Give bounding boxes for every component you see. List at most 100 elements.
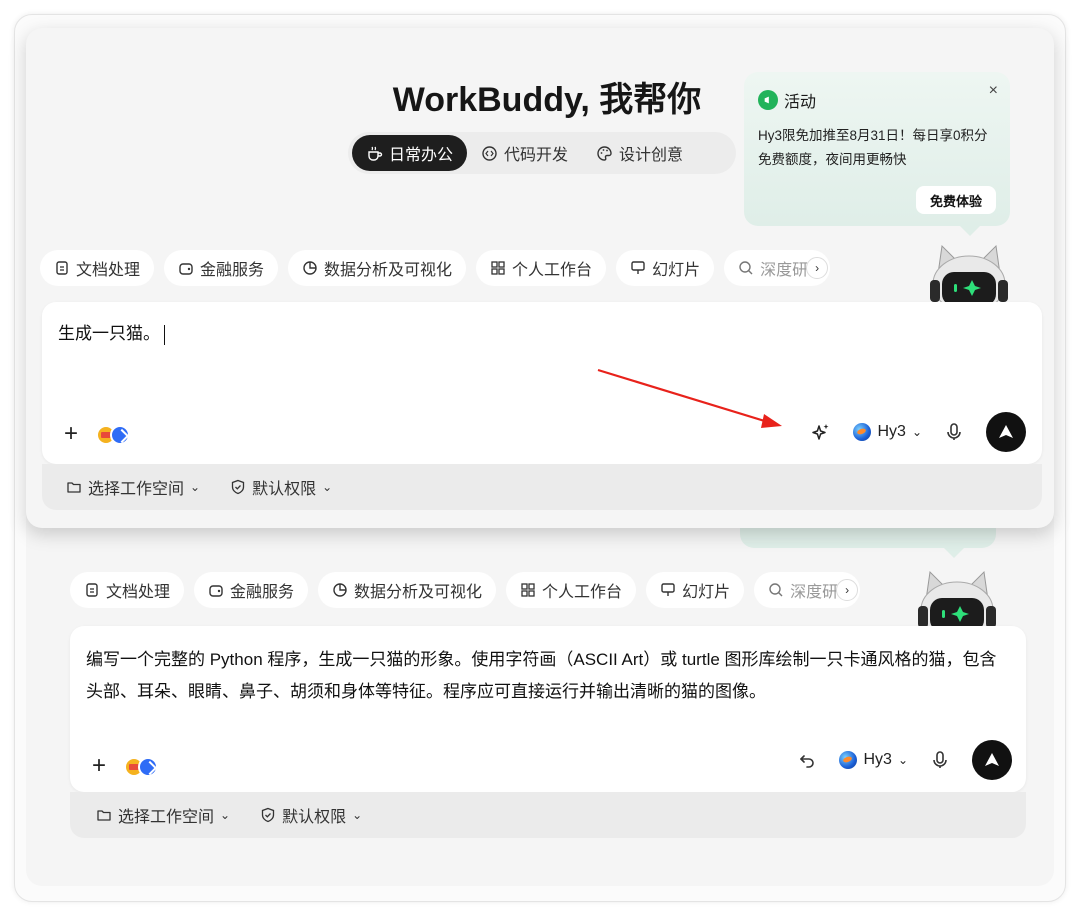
chip-label: 深度研 xyxy=(760,262,809,279)
prompt-card-lower: 编写一个完整的 Python 程序，生成一只猫的形象。使用字符画（ASCII A… xyxy=(70,626,1026,792)
prompt-input-lower[interactable]: 编写一个完整的 Python 程序，生成一只猫的形象。使用字符画（ASCII A… xyxy=(86,644,1006,708)
chip-label: 文档处理 xyxy=(76,262,141,279)
document-icon xyxy=(86,583,98,597)
palette-icon xyxy=(597,145,612,161)
tab-code-dev[interactable]: 代码开发 xyxy=(467,135,582,171)
tab-label: 代码开发 xyxy=(504,147,569,164)
chevron-down-icon: ⌄ xyxy=(897,753,908,767)
presentation-icon xyxy=(661,583,675,596)
prompt-options-bar-lower: 选择工作空间 ⌄ 默认权限 ⌄ xyxy=(70,792,1026,838)
chip-label: 数据分析及可视化 xyxy=(354,584,483,601)
chip-document[interactable]: 文档处理 xyxy=(40,250,155,286)
add-attachment-icon[interactable]: + xyxy=(64,422,78,446)
chevron-down-icon: ⌄ xyxy=(352,808,363,822)
permission-selector[interactable]: 默认权限 ⌄ xyxy=(230,475,332,499)
send-arrow-icon xyxy=(985,753,999,766)
chip-label: 金融服务 xyxy=(200,262,265,279)
promo-text: Hy3限免加推至8月31日！每日享0积分免费额度，夜间用更畅快 xyxy=(758,128,988,167)
model-name: Hy3 xyxy=(863,751,892,768)
prompt-input[interactable]: 生成一只猫。 xyxy=(58,322,165,346)
chip-finance[interactable]: 金融服务 xyxy=(194,572,309,608)
folder-icon xyxy=(67,482,81,493)
promo-popover: 活动 × Hy3限免加推至8月31日！每日享0积分免费额度，夜间用更畅快 免费体… xyxy=(744,72,1010,236)
microphone-icon[interactable] xyxy=(930,750,950,770)
chevron-right-icon[interactable]: › xyxy=(836,579,859,601)
grid-icon xyxy=(491,261,505,275)
close-icon[interactable]: × xyxy=(989,82,998,100)
promo-header: 活动 xyxy=(758,88,816,112)
grid-icon xyxy=(521,583,535,597)
promo-tag: 活动 xyxy=(784,94,817,111)
chip-slides[interactable]: 幻灯片 xyxy=(646,572,745,608)
tab-label: 日常办公 xyxy=(389,147,454,164)
chip-data-analysis[interactable]: 数据分析及可视化 xyxy=(318,572,497,608)
chip-data-analysis[interactable]: 数据分析及可视化 xyxy=(288,250,467,286)
shield-check-icon xyxy=(261,807,275,823)
model-globe-icon xyxy=(853,423,872,441)
workspace-label: 选择工作空间 xyxy=(118,809,215,826)
chip-workbench[interactable]: 个人工作台 xyxy=(476,250,607,286)
chevron-down-icon: ⌄ xyxy=(322,480,333,494)
text-caret xyxy=(164,324,165,345)
pie-chart-icon xyxy=(303,261,317,275)
tab-daily-office[interactable]: 日常办公 xyxy=(352,135,468,171)
send-arrow-icon xyxy=(999,425,1013,438)
free-trial-button[interactable]: 免费体验 xyxy=(915,186,996,214)
add-attachment-icon[interactable]: + xyxy=(92,754,106,778)
chip-label: 文档处理 xyxy=(106,584,171,601)
promo-popover-tail xyxy=(740,528,996,558)
prompt-options-bar: 选择工作空间 ⌄ 默认权限 ⌄ xyxy=(42,464,1042,510)
chip-slides[interactable]: 幻灯片 xyxy=(616,250,715,286)
wallet-icon xyxy=(179,263,193,275)
tab-design[interactable]: 设计创意 xyxy=(582,135,697,171)
model-name: Hy3 xyxy=(877,423,906,440)
foreground-window: WorkBuddy, 我帮你 日常办公 代码开发 设计创意 活动 × Hy3限免… xyxy=(26,28,1054,528)
chip-workbench[interactable]: 个人工作台 xyxy=(506,572,637,608)
wallet-icon xyxy=(209,585,223,597)
chevron-down-icon: ⌄ xyxy=(220,808,231,822)
chevron-down-icon: ⌄ xyxy=(911,425,922,439)
tab-label: 设计创意 xyxy=(619,147,684,164)
chevron-right-icon[interactable]: › xyxy=(806,257,829,279)
event-icon xyxy=(758,90,778,110)
chip-label: 个人工作台 xyxy=(542,584,623,601)
search-refresh-icon xyxy=(769,583,783,597)
mode-tabs: 日常办公 代码开发 设计创意 xyxy=(348,132,736,174)
prompt-text: 生成一只猫。 xyxy=(58,324,160,343)
mascot-robot-cat-lower xyxy=(912,570,1002,639)
folder-icon xyxy=(97,810,111,821)
model-selector[interactable]: Hy3 ⌄ xyxy=(853,423,922,441)
workspace-selector-lower[interactable]: 选择工作空间 ⌄ xyxy=(96,803,230,827)
chip-deep-research[interactable]: 深度研 › xyxy=(754,572,861,608)
workspace-selector[interactable]: 选择工作空间 ⌄ xyxy=(66,475,200,499)
chip-finance[interactable]: 金融服务 xyxy=(164,250,279,286)
microphone-icon[interactable] xyxy=(944,422,964,442)
chip-document[interactable]: 文档处理 xyxy=(70,572,185,608)
undo-icon[interactable] xyxy=(797,750,817,770)
coffee-icon xyxy=(368,146,383,161)
chip-label: 深度研 xyxy=(790,584,839,601)
chip-label: 幻灯片 xyxy=(682,584,731,601)
chip-label: 幻灯片 xyxy=(652,262,701,279)
pie-chart-icon xyxy=(333,583,347,597)
chip-label: 金融服务 xyxy=(230,584,295,601)
code-icon xyxy=(482,145,497,161)
search-refresh-icon xyxy=(739,261,753,275)
permission-label: 默认权限 xyxy=(282,809,347,826)
chip-deep-research[interactable]: 深度研 › xyxy=(724,250,831,286)
connected-apps-icon[interactable] xyxy=(96,423,134,445)
model-globe-icon xyxy=(839,751,858,769)
workspace-label: 选择工作空间 xyxy=(88,481,185,498)
shield-check-icon xyxy=(231,479,245,495)
chip-label: 个人工作台 xyxy=(512,262,593,279)
sparkle-enhance-icon[interactable] xyxy=(811,422,831,442)
model-selector-lower[interactable]: Hy3 ⌄ xyxy=(839,751,908,769)
connected-apps-icon[interactable] xyxy=(124,755,162,777)
send-button[interactable] xyxy=(972,740,1012,780)
quick-chips-lower: 文档处理 金融服务 数据分析及可视化 个人工作台 幻灯片 深度研 › xyxy=(70,572,861,608)
permission-selector-lower[interactable]: 默认权限 ⌄ xyxy=(260,803,362,827)
prompt-card: 生成一只猫。 + Hy3 ⌄ xyxy=(42,302,1042,464)
permission-label: 默认权限 xyxy=(252,481,317,498)
chevron-down-icon: ⌄ xyxy=(190,480,201,494)
send-button[interactable] xyxy=(986,412,1026,452)
